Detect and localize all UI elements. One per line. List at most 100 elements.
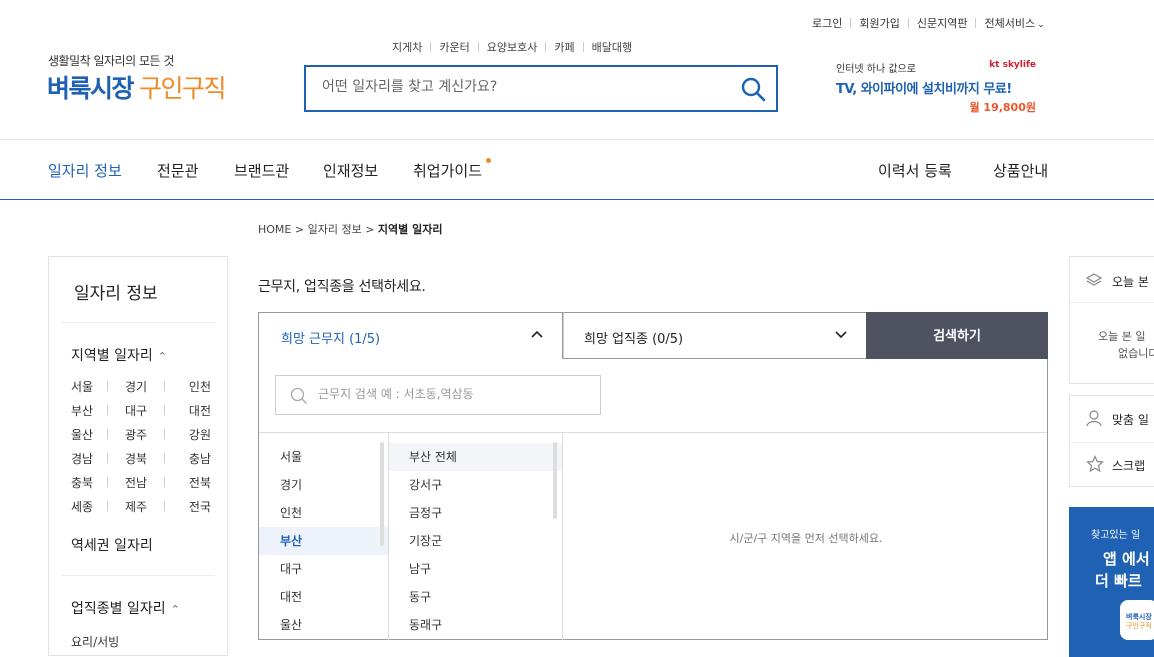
city-item[interactable]: 인천 [259,499,388,527]
app-banner[interactable]: 찾고있는 일 앱 에서 더 빠르 벼룩시장 구인구직 [1069,507,1154,657]
region-link[interactable]: 대구 [108,402,164,419]
location-panel: 서울 경기 인천 부산 대구 대전 울산 부산 전체 강서구 금정구 기장군 남… [258,359,1048,640]
job-select[interactable]: 희망 업직종 (0/5) [563,312,866,359]
signup-link[interactable]: 회원가입 [859,15,899,31]
chevron-up-icon [531,330,543,338]
chevron-down-icon: ⌄ [1037,20,1045,30]
breadcrumb: HOME > 일자리 정보 > 지역별 일자리 [258,221,442,237]
quick-menu-box: 맞춤 일 스크랩 [1069,395,1154,487]
left-sidebar: 일자리 정보 지역별 일자리 ⌃ 서울 경기 인천 부산 대구 대전 울산 광주 강원 경남 경… [48,256,228,656]
scrap-link[interactable]: 스크랩 [1112,457,1145,474]
chevron-up-icon: ⌃ [170,603,180,616]
breadcrumb-home[interactable]: HOME [258,223,291,236]
nav-career-guide[interactable]: 취업가이드 [413,160,482,181]
region-link[interactable]: 광주 [108,426,164,443]
empty-message: 시/군/구 지역을 먼저 선택하세요. [729,532,883,545]
nav-talent[interactable]: 인재정보 [323,160,378,181]
region-link[interactable]: 충남 [165,450,211,467]
city-item[interactable]: 서울 [259,443,388,471]
region-link[interactable]: 전남 [108,474,164,491]
district-item[interactable]: 남구 [389,555,562,583]
hot-keyword[interactable]: 카페 [554,39,574,55]
breadcrumb-sep: > [294,223,305,236]
district-item[interactable]: 금정구 [389,499,562,527]
logo-subtitle: 생활밀착 일자리의 모든 것 [48,54,174,68]
custom-jobs-link[interactable]: 맞춤 일 [1112,411,1149,428]
recent-jobs-box: 오늘 본 오늘 본 일 없습니다 [1069,256,1154,384]
district-item[interactable]: 동래구 [389,611,562,639]
district-list: 부산 전체 강서구 금정구 기장군 남구 동구 동래구 [389,433,563,640]
region-link[interactable]: 부산 [71,402,107,419]
district-item[interactable]: 동구 [389,583,562,611]
hot-keyword[interactable]: 카운터 [439,39,469,55]
city-item[interactable]: 경기 [259,471,388,499]
city-scrollbar[interactable] [380,442,384,546]
logo[interactable]: 벼룩시장 구인구직 [47,69,227,105]
region-link[interactable]: 경기 [108,378,164,395]
region-link[interactable]: 전국 [165,498,211,515]
banner-line3: 더 빠르 [1095,572,1142,590]
region-link[interactable]: 제주 [108,498,164,515]
region-link[interactable]: 울산 [71,426,107,443]
app-icon-text-2: 구인구직 [1126,622,1152,630]
region-link[interactable]: 대전 [165,402,211,419]
location-select[interactable]: 희망 근무지 (1/5) [258,312,563,359]
nav-specialty[interactable]: 전문관 [157,160,198,181]
search-button[interactable]: 검색하기 [866,312,1048,359]
district-item[interactable]: 기장군 [389,527,562,555]
logo-main-blue: 벼룩시장 [47,74,135,103]
nav-resume-register[interactable]: 이력서 등록 [878,160,952,181]
district-item[interactable]: 부산 전체 [389,443,562,471]
skylife-ad[interactable]: kt skylife 인터넷 하나 값으로 TV, 와이파이에 설치비까지 무료… [836,60,1036,115]
city-item-active[interactable]: 부산 [259,527,388,555]
region-link[interactable]: 경남 [71,450,107,467]
logo-main-orange: 구인구직 [139,74,227,103]
city-item[interactable]: 대전 [259,583,388,611]
region-link[interactable]: 강원 [165,426,211,443]
hot-keyword[interactable]: 요양보호사 [487,39,538,55]
region-link[interactable]: 전북 [165,474,211,491]
sidebar-title: 일자리 정보 [74,284,158,304]
hot-keyword[interactable]: 지게차 [392,39,422,55]
local-paper-link[interactable]: 신문지역판 [917,15,968,31]
ad-line2: TV, 와이파이에 설치비까지 무료! [836,82,1012,97]
city-list: 서울 경기 인천 부산 대구 대전 울산 [259,433,389,640]
search-box [304,65,778,112]
nav-brand[interactable]: 브랜드관 [234,160,289,181]
user-icon [1086,410,1102,427]
search-input[interactable] [320,78,720,96]
chevron-down-icon [835,331,847,339]
chevron-up-icon: ⌃ [157,350,167,363]
recent-empty-line1: 오늘 본 일 [1098,330,1146,343]
all-services-link[interactable]: 전체서비스 ⌄ [984,15,1044,31]
layers-icon [1086,273,1102,286]
location-search-input[interactable] [316,386,586,402]
nav-divider [0,139,1154,140]
district-scrollbar[interactable] [553,442,557,519]
nav-underline [0,199,1154,200]
breadcrumb-level1[interactable]: 일자리 정보 [308,223,362,236]
login-link[interactable]: 로그인 [812,15,842,31]
selector-bar: 희망 근무지 (1/5) 희망 업직종 (0/5) 검색하기 [258,312,1048,359]
recent-empty-line2: 없습니다 [1118,347,1154,360]
region-link[interactable]: 인천 [165,378,211,395]
region-link[interactable]: 경북 [108,450,164,467]
hot-keywords: 지게차 카운터 요양보호사 카페 배달대행 [392,39,632,55]
region-link[interactable]: 세종 [71,498,107,515]
sidebar-divider [61,575,215,576]
sidebar-job-heading[interactable]: 업직종별 일자리 ⌃ [71,598,180,618]
region-link[interactable]: 서울 [71,378,107,395]
hot-keyword[interactable]: 배달대행 [592,39,632,55]
search-icon[interactable] [740,76,766,102]
district-item[interactable]: 강서구 [389,471,562,499]
recent-label[interactable]: 오늘 본 [1112,273,1149,290]
nav-products[interactable]: 상품안내 [993,160,1048,181]
city-item[interactable]: 대구 [259,555,388,583]
nav-job-info[interactable]: 일자리 정보 [48,160,122,181]
city-item[interactable]: 울산 [259,611,388,639]
region-link[interactable]: 충북 [71,474,107,491]
main-question: 근무지, 업직종을 선택하세요. [258,279,426,295]
sidebar-region-heading[interactable]: 지역별 일자리 ⌃ [71,345,167,365]
sidebar-station-heading[interactable]: 역세권 일자리 [71,535,153,555]
sidebar-job-link[interactable]: 요리/서빙 [71,633,119,650]
